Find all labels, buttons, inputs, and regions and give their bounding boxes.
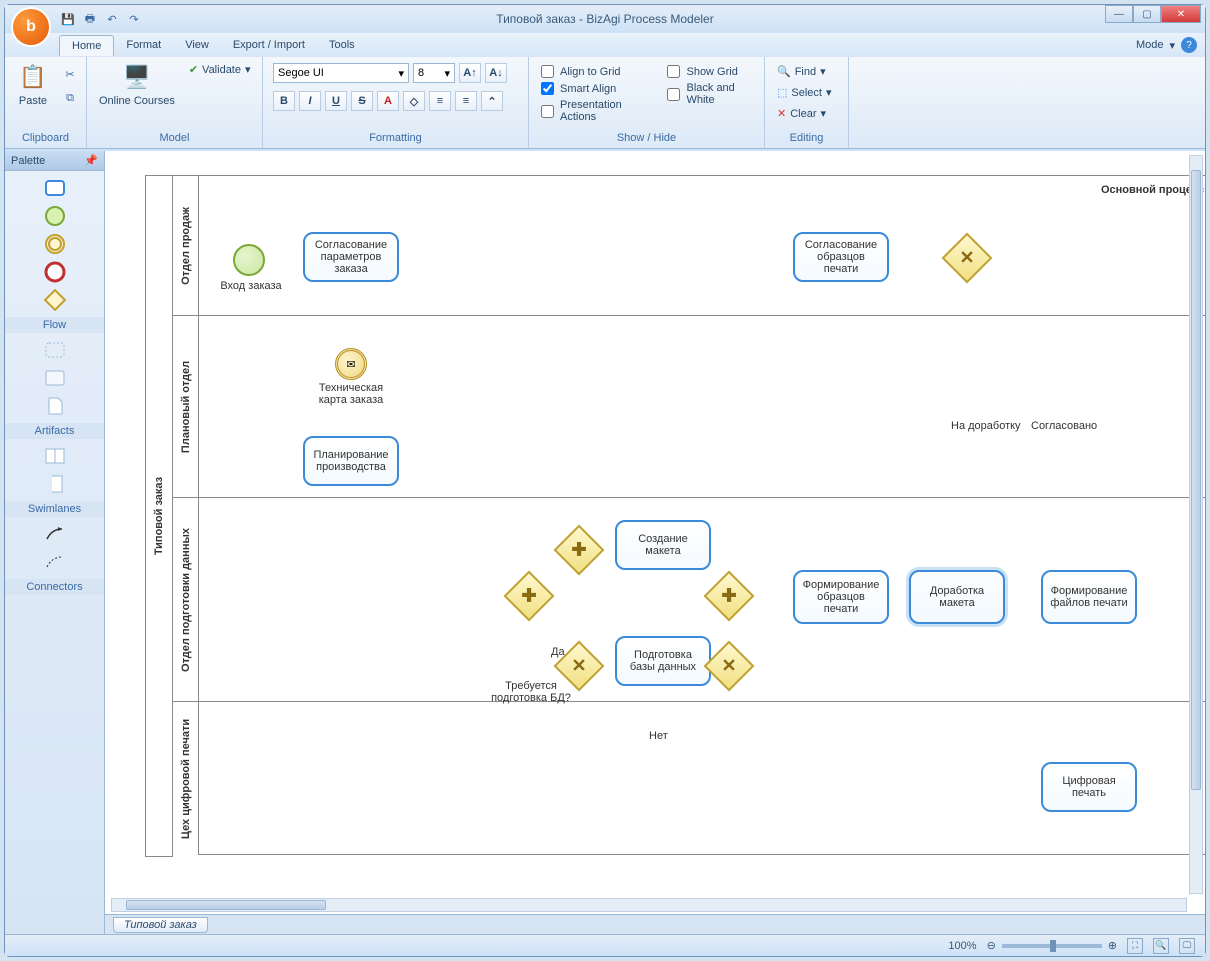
gateway-db-merge[interactable]: ✕: [704, 641, 755, 692]
palette-sequence-flow-icon[interactable]: [44, 523, 66, 545]
bold-button[interactable]: B: [273, 91, 295, 111]
app-menu-button[interactable]: b: [11, 7, 51, 47]
task-planning[interactable]: Планирование производства: [303, 436, 399, 486]
minimize-button[interactable]: —: [1105, 5, 1133, 23]
workspace: Palette📌 Flow Artifacts Swimlanes: [5, 151, 1205, 934]
underline-button[interactable]: U: [325, 91, 347, 111]
window-title: Типовой заказ - BizAgi Process Modeler: [496, 12, 713, 26]
close-button[interactable]: ✕: [1161, 5, 1201, 23]
task-prepare-db[interactable]: Подготовка базы данных: [615, 636, 711, 686]
palette-title: Palette: [11, 155, 45, 167]
align-to-grid-checkbox[interactable]: Align to Grid: [539, 63, 645, 80]
palette-subprocess-icon[interactable]: [44, 339, 66, 361]
doc-tab[interactable]: Типовой заказ: [113, 917, 208, 933]
document-tabs: Типовой заказ: [105, 914, 1205, 934]
font-color-button[interactable]: A: [377, 91, 399, 111]
align-center-button[interactable]: ≡: [455, 91, 477, 111]
mode-dropdown[interactable]: Mode: [1136, 39, 1164, 51]
palette-callactivity-icon[interactable]: [44, 367, 66, 389]
align-left-button[interactable]: ≡: [429, 91, 451, 111]
palette-group-icon[interactable]: [44, 445, 66, 467]
tab-export[interactable]: Export / Import: [221, 35, 317, 55]
palette-gateway-icon[interactable]: [44, 289, 66, 311]
gateway-approval[interactable]: ✕: [942, 233, 993, 284]
task-form-samples[interactable]: Формирование образцов печати: [793, 570, 889, 624]
tab-home[interactable]: Home: [59, 35, 114, 56]
pin-icon[interactable]: 📌: [84, 154, 98, 167]
statusbar: 100% ⊖⊕ ⛶ 🔍 🖵: [5, 934, 1205, 956]
palette-annotation-icon[interactable]: [44, 473, 66, 495]
message-event[interactable]: ✉: [335, 348, 367, 380]
online-courses-button[interactable]: 🖥️Online Courses: [93, 59, 181, 109]
shrink-font-icon[interactable]: A↓: [485, 63, 507, 83]
gateway-parallel-join[interactable]: ✚: [704, 571, 755, 622]
lane-dataprep[interactable]: Отдел подготовки данных ✚ ✚ ✕ Требуется …: [173, 498, 1205, 702]
palette-start-event-icon[interactable]: [44, 205, 66, 227]
lane-printing[interactable]: Цех цифровой печати Нет Цифровая печать: [173, 702, 1205, 855]
align-top-button[interactable]: ⌃: [481, 91, 503, 111]
palette-dataobject-icon[interactable]: [44, 395, 66, 417]
validate-button[interactable]: ✔Validate▾: [185, 59, 255, 80]
show-grid-checkbox[interactable]: Show Grid: [665, 63, 754, 80]
lane-sales[interactable]: Отдел продаж Основной процесс Вход заказ…: [173, 176, 1205, 316]
palette-task-icon[interactable]: [44, 177, 66, 199]
tab-view[interactable]: View: [173, 35, 221, 55]
gateway-top[interactable]: ✚: [554, 525, 605, 576]
paste-button[interactable]: 📋Paste: [11, 59, 55, 109]
canvas-area[interactable]: Типовой заказ Отдел продаж Основной проц…: [105, 151, 1205, 934]
gateway-parallel-split[interactable]: ✚: [504, 571, 555, 622]
grow-font-icon[interactable]: A↑: [459, 63, 481, 83]
fit-page-icon[interactable]: ⛶: [1127, 938, 1143, 954]
save-icon[interactable]: 💾: [59, 10, 77, 28]
black-white-checkbox[interactable]: Black and White: [665, 80, 754, 108]
help-icon[interactable]: ?: [1181, 37, 1197, 53]
task-agree-params[interactable]: Согласование параметров заказа: [303, 232, 399, 282]
presentation-actions-checkbox[interactable]: Presentation Actions: [539, 97, 645, 125]
cut-icon[interactable]: ✂: [59, 63, 81, 85]
horizontal-scrollbar[interactable]: [111, 898, 1187, 912]
app-window: b 💾 🖶 ↶ ↷ Типовой заказ - BizAgi Process…: [4, 4, 1206, 957]
undo-icon[interactable]: ↶: [103, 10, 121, 28]
palette-end-event-icon[interactable]: [44, 261, 66, 283]
zoom-label: 100%: [948, 940, 976, 952]
clear-button[interactable]: ✕Clear▾: [775, 105, 828, 122]
find-button[interactable]: 🔍Find▾: [775, 63, 828, 80]
task-create-layout[interactable]: Создание макета: [615, 520, 711, 570]
select-button[interactable]: ⬚Select▾: [775, 84, 834, 101]
task-digital-print[interactable]: Цифровая печать: [1041, 762, 1137, 812]
start-event[interactable]: [233, 244, 265, 276]
palette-panel: Palette📌 Flow Artifacts Swimlanes: [5, 151, 105, 934]
pool[interactable]: Типовой заказ Отдел продаж Основной проц…: [145, 175, 1205, 855]
ribbon: 📋Paste ✂ ⧉ Clipboard 🖥️Online Courses ✔V…: [5, 57, 1205, 149]
tab-tools[interactable]: Tools: [317, 35, 367, 55]
font-size-combo[interactable]: 8▾: [413, 63, 455, 83]
task-agree-samples[interactable]: Согласование образцов печати: [793, 232, 889, 282]
strike-button[interactable]: S: [351, 91, 373, 111]
redo-icon[interactable]: ↷: [125, 10, 143, 28]
search-icon[interactable]: 🔍: [1153, 938, 1169, 954]
print-icon[interactable]: 🖶: [81, 10, 99, 28]
window-controls: — ▢ ✕: [1105, 5, 1201, 23]
copy-icon[interactable]: ⧉: [59, 87, 81, 109]
task-rework-layout[interactable]: Доработка макета: [909, 570, 1005, 624]
zoom-slider[interactable]: ⊖⊕: [987, 939, 1117, 952]
titlebar: b 💾 🖶 ↶ ↷ Типовой заказ - BizAgi Process…: [5, 5, 1205, 33]
font-family-combo[interactable]: Segoe UI▾: [273, 63, 409, 83]
monitor-icon[interactable]: 🖵: [1179, 938, 1195, 954]
palette-association-icon[interactable]: [44, 551, 66, 573]
fill-color-button[interactable]: ◇: [403, 91, 425, 111]
task-form-print-files[interactable]: Формирование файлов печати: [1041, 570, 1137, 624]
quick-access-toolbar: 💾 🖶 ↶ ↷: [59, 10, 143, 28]
palette-intermediate-event-icon[interactable]: [44, 233, 66, 255]
vertical-scrollbar[interactable]: [1189, 155, 1203, 894]
smart-align-checkbox[interactable]: Smart Align: [539, 80, 645, 97]
maximize-button[interactable]: ▢: [1133, 5, 1161, 23]
lane-planning[interactable]: Плановый отдел ✉ Техническая карта заказ…: [173, 316, 1205, 498]
pool-label: Типовой заказ: [153, 477, 165, 555]
italic-button[interactable]: I: [299, 91, 321, 111]
tab-format[interactable]: Format: [114, 35, 173, 55]
menubar: Home Format View Export / Import Tools M…: [5, 33, 1205, 57]
